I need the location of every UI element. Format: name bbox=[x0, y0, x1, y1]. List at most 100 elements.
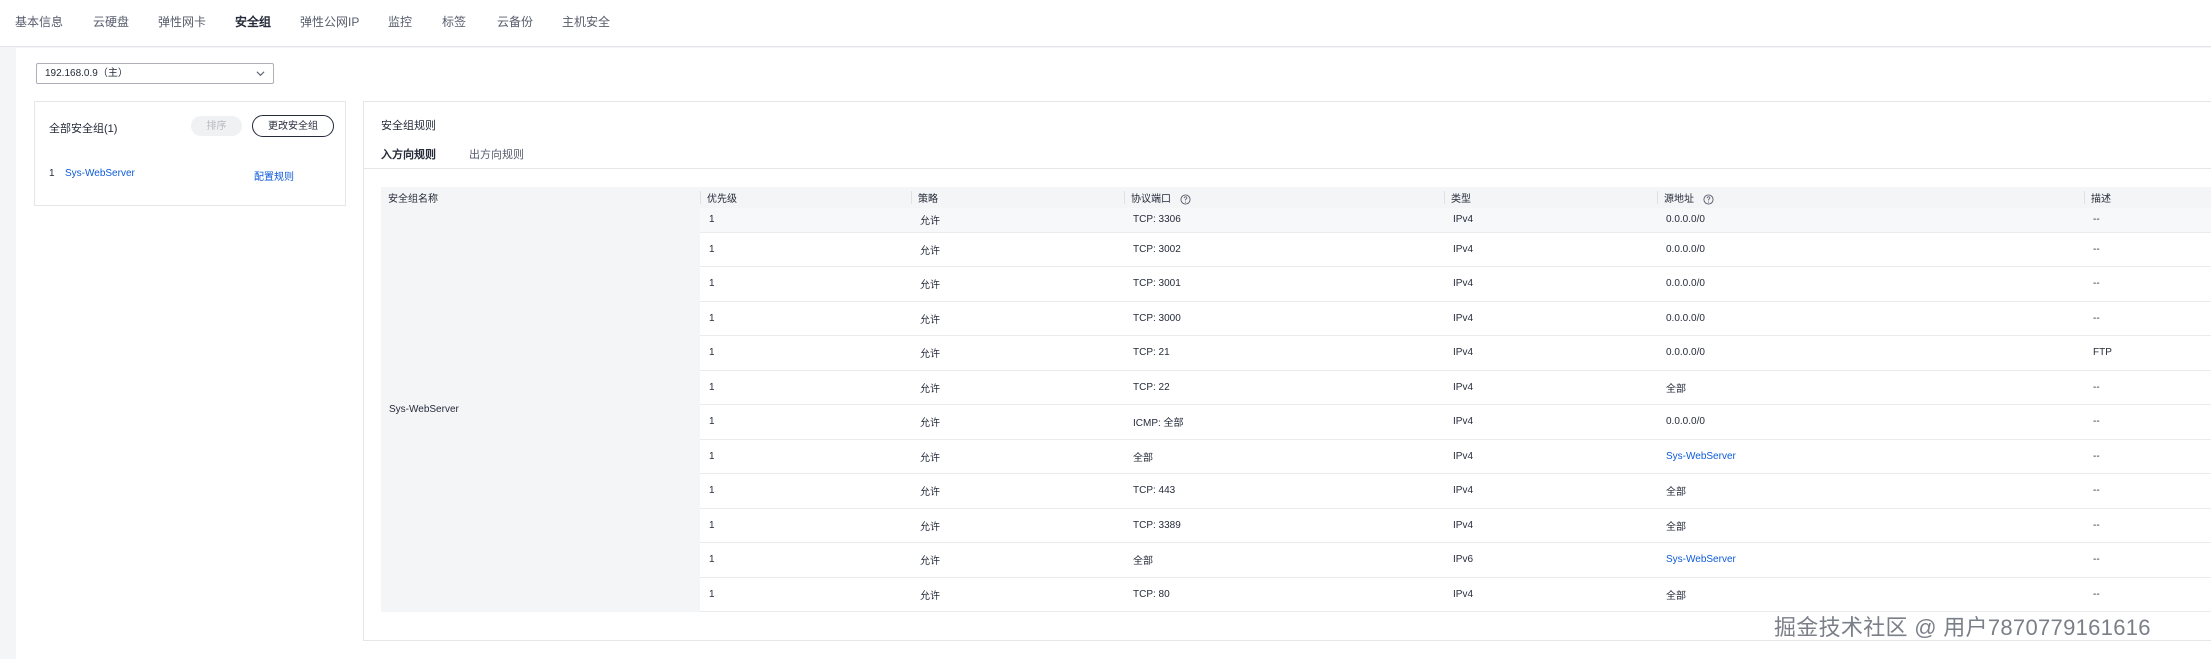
cell-source: 0.0.0.0/0 bbox=[1657, 232, 2084, 267]
cell-type: IPv4 bbox=[1444, 266, 1657, 302]
help-circle-icon[interactable] bbox=[1180, 194, 1191, 205]
tab-host-security[interactable]: 主机安全 bbox=[562, 13, 610, 30]
cell-source: 全部 bbox=[1657, 370, 2084, 405]
tab-cloud-disk[interactable]: 云硬盘 bbox=[93, 13, 129, 30]
cell-description: -- bbox=[2084, 508, 2211, 543]
cell-source[interactable]: Sys-WebServer bbox=[1657, 439, 2084, 474]
column-header-name: 安全组名称 bbox=[381, 187, 700, 208]
cell-description: -- bbox=[2084, 439, 2211, 474]
cell-protocol-port: 全部 bbox=[1124, 542, 1444, 578]
cell-source: 0.0.0.0/0 bbox=[1657, 404, 2084, 440]
tab-basic-info[interactable]: 基本信息 bbox=[15, 13, 63, 30]
cell-protocol-port: TCP: 3000 bbox=[1124, 301, 1444, 336]
column-header-protocol-port: 协议端口 bbox=[1124, 187, 1444, 208]
help-circle-icon[interactable] bbox=[1703, 194, 1714, 205]
cell-security-group-name: Sys-WebServer bbox=[381, 208, 700, 612]
cell-source: 全部 bbox=[1657, 473, 2084, 509]
cell-description: -- bbox=[2084, 404, 2211, 440]
cell-protocol-port: TCP: 21 bbox=[1124, 335, 1444, 371]
cell-protocol-port: ICMP: 全部 bbox=[1124, 404, 1444, 440]
cell-priority: 1 bbox=[700, 232, 911, 267]
cell-description: -- bbox=[2084, 473, 2211, 509]
configure-rules-link[interactable]: 配置规则 bbox=[254, 168, 294, 183]
rules-table: 安全组名称 优先级 策略 协议端口 类型 源地址 描述 Sys-WebServe… bbox=[381, 187, 2211, 612]
cell-source: 0.0.0.0/0 bbox=[1657, 266, 2084, 302]
cell-protocol-port: TCP: 80 bbox=[1124, 577, 1444, 612]
detail-tab-bar: 基本信息 云硬盘 弹性网卡 安全组 弹性公网IP 监控 标签 云备份 主机安全 bbox=[0, 0, 2211, 47]
cell-priority: 1 bbox=[700, 208, 911, 233]
tab-elastic-nic[interactable]: 弹性网卡 bbox=[158, 13, 206, 30]
cell-policy: 允许 bbox=[911, 232, 1124, 267]
table-row: Sys-WebServer 1 允许 TCP: 3306 IPv4 0.0.0.0/0 -- bbox=[381, 208, 2211, 612]
cell-type: IPv4 bbox=[1444, 439, 1657, 474]
subtab-divider bbox=[364, 168, 2211, 169]
cell-description: -- bbox=[2084, 370, 2211, 405]
cell-policy: 允许 bbox=[911, 370, 1124, 405]
cell-description: -- bbox=[2084, 266, 2211, 302]
cell-type: IPv4 bbox=[1444, 335, 1657, 371]
cell-policy: 允许 bbox=[911, 542, 1124, 578]
column-header-priority: 优先级 bbox=[700, 187, 911, 208]
cell-policy: 允许 bbox=[911, 577, 1124, 612]
cell-type: IPv6 bbox=[1444, 542, 1657, 578]
cell-policy: 允许 bbox=[911, 301, 1124, 336]
tab-cloud-backup[interactable]: 云备份 bbox=[497, 13, 533, 30]
column-header-type: 类型 bbox=[1444, 187, 1657, 208]
tab-security-group[interactable]: 安全组 bbox=[235, 13, 271, 30]
cell-policy: 允许 bbox=[911, 404, 1124, 440]
cell-policy: 允许 bbox=[911, 266, 1124, 302]
chevron-down-icon bbox=[256, 71, 265, 77]
cell-type: IPv4 bbox=[1444, 232, 1657, 267]
cell-priority: 1 bbox=[700, 266, 911, 302]
cell-type: IPv4 bbox=[1444, 508, 1657, 543]
cell-priority: 1 bbox=[700, 335, 911, 371]
cell-protocol-port: 全部 bbox=[1124, 439, 1444, 474]
cell-source[interactable]: Sys-WebServer bbox=[1657, 542, 2084, 578]
cell-policy: 允许 bbox=[911, 473, 1124, 509]
tab-tags[interactable]: 标签 bbox=[442, 13, 466, 30]
cell-priority: 1 bbox=[700, 473, 911, 509]
cell-protocol-port: TCP: 3389 bbox=[1124, 508, 1444, 543]
cell-policy: 允许 bbox=[911, 508, 1124, 543]
cell-priority: 1 bbox=[700, 370, 911, 405]
cell-description: -- bbox=[2084, 577, 2211, 612]
cell-priority: 1 bbox=[700, 577, 911, 612]
cell-priority: 1 bbox=[700, 508, 911, 543]
security-group-list: 全部安全组(1) 排序 更改安全组 1 Sys-WebServer 配置规则 bbox=[34, 101, 346, 206]
cell-type: IPv4 bbox=[1444, 208, 1657, 233]
cell-policy: 允许 bbox=[911, 439, 1124, 474]
security-group-rules: 安全组规则 入方向规则 出方向规则 安全组名称 优先级 策略 协议端口 类型 源… bbox=[363, 101, 2211, 641]
cell-type: IPv4 bbox=[1444, 301, 1657, 336]
cell-type: IPv4 bbox=[1444, 370, 1657, 405]
cell-priority: 1 bbox=[700, 301, 911, 336]
rules-title: 安全组规则 bbox=[381, 120, 436, 132]
nic-select[interactable]: 192.168.0.9（主） bbox=[36, 63, 274, 84]
cell-protocol-port: TCP: 443 bbox=[1124, 473, 1444, 509]
cell-protocol-port: TCP: 22 bbox=[1124, 370, 1444, 405]
tab-elastic-public-ip[interactable]: 弹性公网IP bbox=[300, 13, 359, 30]
cell-description: -- bbox=[2084, 301, 2211, 336]
nic-select-value: 192.168.0.9（主） bbox=[45, 68, 128, 79]
cell-source: 0.0.0.0/0 bbox=[1657, 335, 2084, 371]
cell-priority: 1 bbox=[700, 439, 911, 474]
cell-source: 0.0.0.0/0 bbox=[1657, 301, 2084, 336]
security-group-name-link[interactable]: Sys-WebServer bbox=[65, 168, 135, 179]
cell-protocol-port: TCP: 3001 bbox=[1124, 266, 1444, 302]
cell-type: IPv4 bbox=[1444, 473, 1657, 509]
cell-policy: 允许 bbox=[911, 335, 1124, 371]
cell-description: -- bbox=[2084, 208, 2211, 233]
cell-source: 全部 bbox=[1657, 508, 2084, 543]
column-header-description: 描述 bbox=[2084, 187, 2211, 208]
cell-protocol-port: TCP: 3306 bbox=[1124, 208, 1444, 233]
tab-inbound-rules[interactable]: 入方向规则 bbox=[381, 146, 436, 162]
change-security-group-button[interactable]: 更改安全组 bbox=[252, 115, 334, 137]
cell-priority: 1 bbox=[700, 404, 911, 440]
cell-type: IPv4 bbox=[1444, 577, 1657, 612]
sort-button[interactable]: 排序 bbox=[191, 116, 242, 136]
table-header-row: 安全组名称 优先级 策略 协议端口 类型 源地址 描述 bbox=[381, 187, 2211, 208]
column-header-source: 源地址 bbox=[1657, 187, 2084, 208]
tab-outbound-rules[interactable]: 出方向规则 bbox=[469, 146, 524, 162]
cell-source: 0.0.0.0/0 bbox=[1657, 208, 2084, 233]
cell-description: FTP bbox=[2084, 335, 2211, 371]
tab-monitoring[interactable]: 监控 bbox=[388, 13, 412, 30]
